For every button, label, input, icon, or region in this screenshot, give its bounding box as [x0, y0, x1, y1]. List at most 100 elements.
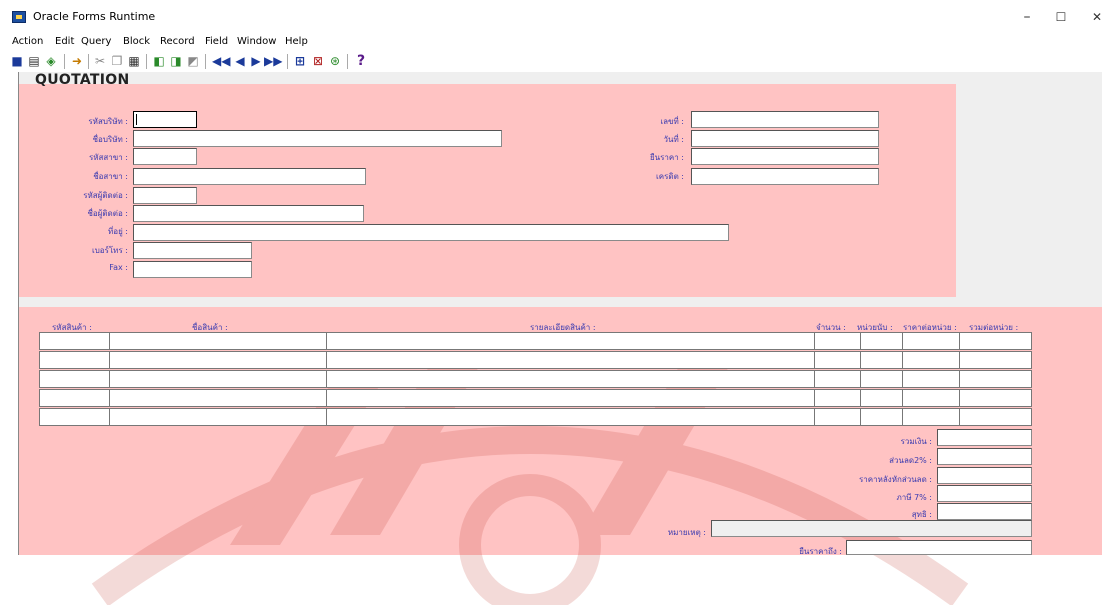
contact-name-field[interactable] [133, 205, 364, 222]
product-detail-cell[interactable] [326, 351, 815, 369]
product-name-cell[interactable] [109, 370, 327, 388]
line-total-cell[interactable] [959, 408, 1032, 426]
credit-label: เครดิต : [655, 172, 684, 181]
menu-action[interactable]: Action [12, 36, 43, 47]
menu-field[interactable]: Field [205, 36, 228, 47]
product-detail-cell[interactable] [326, 370, 815, 388]
unit-cell[interactable] [860, 389, 903, 407]
contact-code-field[interactable] [133, 187, 197, 204]
lock-record-icon[interactable]: ⊛ [328, 54, 342, 68]
vat-field[interactable] [937, 485, 1032, 502]
print-icon[interactable]: ▤ [27, 54, 41, 68]
close-button[interactable]: ✕ [1082, 6, 1102, 28]
after-discount-field[interactable] [937, 467, 1032, 484]
unit-price-cell[interactable] [902, 332, 960, 350]
net-total-field[interactable] [937, 503, 1032, 520]
product-code-cell[interactable] [39, 389, 110, 407]
menu-window[interactable]: Window [237, 36, 276, 47]
product-code-cell[interactable] [39, 370, 110, 388]
quantity-cell[interactable] [814, 389, 861, 407]
product-code-cell[interactable] [39, 332, 110, 350]
menu-record[interactable]: Record [160, 36, 195, 47]
copy-icon[interactable]: ❐ [110, 54, 124, 68]
paste-icon[interactable]: ▦ [127, 54, 141, 68]
vat-label: ภาษี 7% : [896, 493, 932, 502]
unit-price-cell[interactable] [902, 351, 960, 369]
toolbar-separator [64, 54, 65, 69]
menu-help[interactable]: Help [285, 36, 308, 47]
oracle-forms-icon [12, 11, 26, 23]
subtotal-field[interactable] [937, 429, 1032, 446]
product-code-cell[interactable] [39, 351, 110, 369]
branch-code-label: รหัสสาขา : [88, 153, 128, 162]
remark-label: หมายเหตุ : [667, 528, 706, 537]
fax-label: Fax : [109, 263, 128, 272]
toolbar: ■ ▤ ◈ ➜ ✂ ❐ ▦ ◧ ◨ ◩ ◀◀ ◀ ▶ ▶▶ ⊞ ⊠ ⊛ ? [0, 51, 1102, 71]
phone-field[interactable] [133, 242, 252, 259]
unit-price-cell[interactable] [902, 370, 960, 388]
menu-bar: Action Edit Query Block Record Field Win… [0, 34, 1102, 50]
unit-price-cell[interactable] [902, 408, 960, 426]
quote-number-field[interactable] [691, 111, 879, 128]
branch-name-field[interactable] [133, 168, 366, 185]
after-discount-label: ราคาหลังหักส่วนลด : [858, 475, 932, 484]
credit-field[interactable] [691, 168, 879, 185]
product-code-cell[interactable] [39, 408, 110, 426]
discount-field[interactable] [937, 448, 1032, 465]
unit-cell[interactable] [860, 370, 903, 388]
enter-query-icon[interactable]: ◧ [152, 54, 166, 68]
branch-code-field[interactable] [133, 148, 197, 165]
quantity-cell[interactable] [814, 408, 861, 426]
fax-field[interactable] [133, 261, 252, 278]
previous-record-icon[interactable]: ◀ [233, 54, 247, 68]
address-label: ที่อยู่ : [107, 227, 128, 236]
menu-query[interactable]: Query [81, 36, 111, 47]
clear-icon[interactable]: ◈ [44, 54, 58, 68]
product-name-cell[interactable] [109, 408, 327, 426]
company-name-field[interactable] [133, 130, 502, 147]
quantity-cell[interactable] [814, 332, 861, 350]
product-name-cell[interactable] [109, 351, 327, 369]
exit-icon[interactable]: ➜ [70, 54, 84, 68]
previous-block-icon[interactable]: ◀◀ [212, 54, 230, 68]
product-name-cell[interactable] [109, 332, 327, 350]
line-total-cell[interactable] [959, 389, 1032, 407]
next-block-icon[interactable]: ▶▶ [264, 54, 282, 68]
line-total-cell[interactable] [959, 332, 1032, 350]
insert-record-icon[interactable]: ⊞ [293, 54, 307, 68]
product-detail-cell[interactable] [326, 332, 815, 350]
cancel-query-icon[interactable]: ◩ [186, 54, 200, 68]
line-total-cell[interactable] [959, 351, 1032, 369]
maximize-button[interactable]: ☐ [1046, 6, 1076, 28]
product-detail-cell[interactable] [326, 389, 815, 407]
product-detail-cell[interactable] [326, 408, 815, 426]
date-field[interactable] [691, 130, 879, 147]
company-code-field[interactable] [133, 111, 197, 128]
menu-block[interactable]: Block [123, 36, 150, 47]
contact-code-label: รหัสผู้ติดต่อ : [83, 191, 128, 200]
delete-record-icon[interactable]: ⊠ [311, 54, 325, 68]
line-total-cell[interactable] [959, 370, 1032, 388]
toolbar-separator [205, 54, 206, 69]
valid-until-field[interactable] [846, 540, 1032, 555]
address-field[interactable] [133, 224, 729, 241]
help-icon[interactable]: ? [354, 54, 368, 68]
price-valid-field[interactable] [691, 148, 879, 165]
execute-query-icon[interactable]: ◨ [169, 54, 183, 68]
remark-field[interactable] [711, 520, 1032, 537]
next-record-icon[interactable]: ▶ [249, 54, 263, 68]
product-name-cell[interactable] [109, 389, 327, 407]
unit-price-cell[interactable] [902, 389, 960, 407]
company-name-label: ชื่อบริษัท : [92, 135, 128, 144]
cut-icon[interactable]: ✂ [93, 54, 107, 68]
menu-edit[interactable]: Edit [55, 36, 74, 47]
quantity-cell[interactable] [814, 370, 861, 388]
save-icon[interactable]: ■ [10, 54, 24, 68]
quantity-cell[interactable] [814, 351, 861, 369]
form-heading: QUOTATION [35, 72, 130, 88]
unit-cell[interactable] [860, 408, 903, 426]
branch-name-label: ชื่อสาขา : [93, 172, 128, 181]
minimize-button[interactable]: – [1012, 6, 1042, 28]
unit-cell[interactable] [860, 332, 903, 350]
unit-cell[interactable] [860, 351, 903, 369]
